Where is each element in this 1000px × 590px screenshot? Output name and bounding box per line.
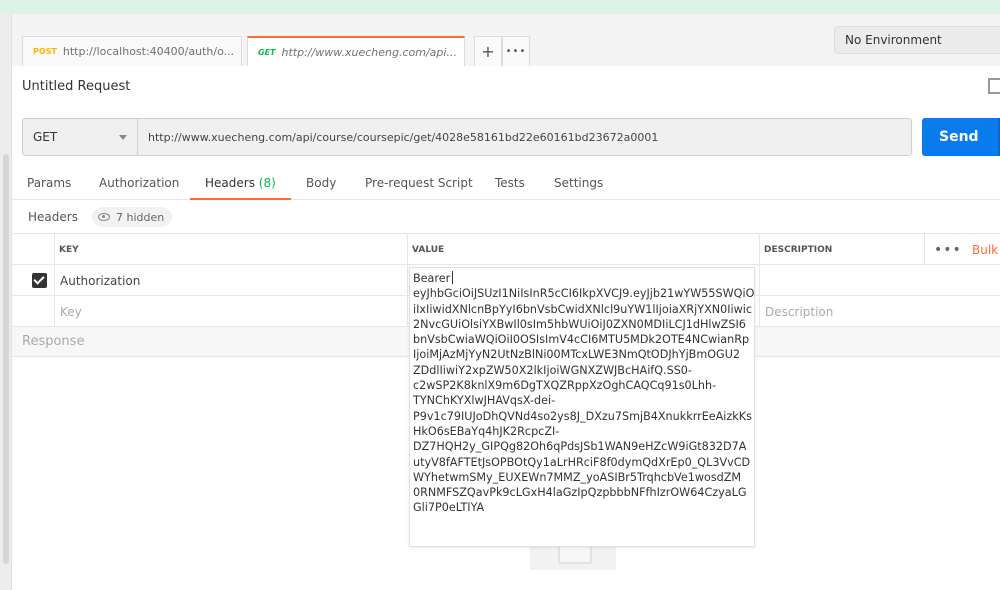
column-header-description: DESCRIPTION [764,244,833,255]
tab-method-post: POST [33,47,57,56]
hidden-headers-count: 7 hidden [116,210,165,224]
value-line: eyJhbGciOiJSUzI1NiIsInR5cCI6IkpXVCJ9.eyJ… [413,287,754,301]
tab-options-button[interactable]: ••• [502,36,530,66]
value-line: IjoiMjAzMjYyN2UtNzBlNi00MTcxLWE3NmQtODJh… [413,348,741,362]
comments-icon[interactable] [988,78,1000,94]
table-header: KEY VALUE DESCRIPTION ••• Bulk [12,234,1000,265]
top-notification-bar [0,0,1000,14]
url-input[interactable]: http://www.xuecheng.com/api/course/cours… [138,118,912,156]
value-line: P9v1c79IUJoDhQVNd4so2ys8J_DXzu7SmjB4Xnuk… [413,409,752,423]
value-line: c2wSP2K8knlX9m6DgTXQZRppXzOghCAQCq91s0Lh… [413,379,717,393]
tab-url: http://localhost:40400/auth/o... [62,45,235,58]
headers-count: (8) [258,176,276,190]
value-line: utyV8fAFTEtJsOPBOtQy1aLrHRciF8f0dymQdXrE… [413,455,751,469]
send-label: Send [939,129,979,145]
value-line: TYNChKYXlwJHAVqsX-dei- [413,394,556,408]
request-title[interactable]: Untitled Request [22,79,130,94]
value-line: Gli7P0eLTIYA [413,501,485,515]
tab-headers-label: Headers [205,176,255,190]
value-line: iIxIiwidXNlcnBpYyI6bnVsbCwidXNlcl9uYW1lI… [413,302,753,316]
value-line: DZ7HQH2y_GIPQg82Oh6qPdsJSb1WAN9eHZcW9iGt… [413,440,747,454]
value-editor-popup[interactable]: Bearer eyJhbGciOiJSUzI1NiIsInR5cCI6IkpXV… [409,267,755,547]
tab-url: http://www.xuecheng.com/api... [281,45,457,59]
new-tab-button[interactable]: + [474,36,502,66]
table-options-button[interactable]: ••• [934,242,962,258]
value-line: ZDdlIiwiY2xpZW50X2lkIjoiWGNXZWJBcHAifQ.S… [413,363,692,377]
column-header-key: KEY [59,244,79,255]
tab-post-request[interactable]: POST http://localhost:40400/auth/o... [22,36,242,66]
tab-body[interactable]: Body [306,176,336,200]
eye-icon [98,213,110,221]
request-config-tabs: Params Authorization Headers (8) Body Pr… [12,170,1000,200]
value-line: bnVsbCwiaWQiOiI0OSIsImV4cCI6MTU5MDk2OTE4… [413,333,750,347]
column-header-value: VALUE [412,244,445,255]
header-key-cell[interactable]: Authorization [54,265,407,296]
value-line: WYhetwmSMy_EUXEWn7MMZ_yoASIBr5TrqhcbVe1w… [413,470,742,484]
method-label: GET [33,130,58,144]
hidden-headers-toggle[interactable]: 7 hidden [92,207,173,227]
response-label: Response [22,334,85,349]
value-line: 0RNMFSZQavPk9cLGxH4laGzIpQzpbbbNFfhIzrOW… [413,486,747,500]
headers-section-label: Headers [28,210,78,224]
left-scrollbar[interactable] [0,14,12,590]
tab-tests[interactable]: Tests [495,176,525,200]
tab-headers[interactable]: Headers (8) [190,176,291,200]
tab-method-get: GET [258,47,276,57]
send-button[interactable]: Send [922,118,1000,156]
tab-pre-request-script[interactable]: Pre-request Script [365,176,473,200]
row-enabled-checkbox[interactable] [32,273,47,288]
new-description-input[interactable]: Description [759,296,959,327]
tab-authorization[interactable]: Authorization [99,176,179,200]
environment-select[interactable]: No Environment [834,26,1000,54]
tab-get-request[interactable]: GET http://www.xuecheng.com/api... ✕ [247,36,465,66]
value-line-bearer: Bearer [413,271,754,286]
method-select[interactable]: GET [22,118,138,156]
scrollbar-thumb[interactable] [3,154,9,564]
value-line: 2NvcGUiOlsiYXBwIl0sIm5hbWUiOiJ0ZXN0MDIiL… [413,317,746,331]
text-caret [452,271,454,284]
tab-settings[interactable]: Settings [554,176,603,200]
environment-label: No Environment [845,33,942,47]
value-line: HkO6sEBaYq4hJK2RcpcZI- [413,424,560,438]
tab-params[interactable]: Params [27,176,71,200]
bulk-edit-link[interactable]: Bulk [972,243,998,257]
chevron-down-icon [119,135,127,140]
new-key-input[interactable]: Key [54,296,407,327]
